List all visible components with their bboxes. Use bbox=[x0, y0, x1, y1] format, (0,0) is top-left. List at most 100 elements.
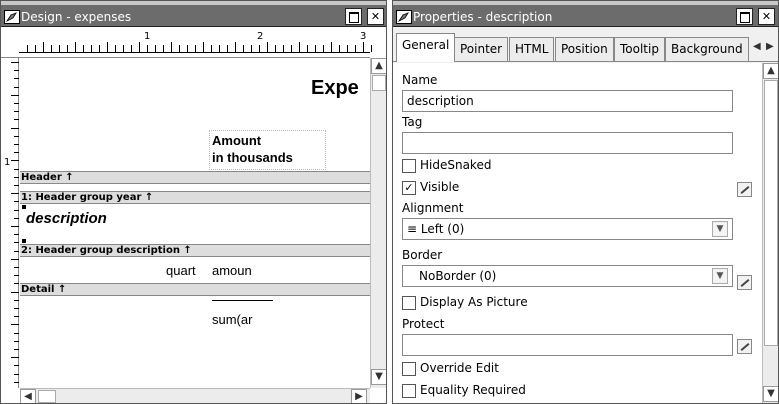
properties-titlebar[interactable]: Properties - description ✕ bbox=[393, 1, 778, 27]
design-titlebar[interactable]: Design - expenses ✕ bbox=[1, 1, 386, 27]
ruler-number: 3 bbox=[360, 31, 367, 42]
chevron-down-icon[interactable]: ▼ bbox=[712, 268, 728, 284]
band-header[interactable]: Header ↑ bbox=[20, 171, 370, 184]
ruler-tick bbox=[14, 70, 19, 72]
description-field[interactable]: description bbox=[26, 210, 107, 227]
sum-field[interactable]: sum(ar bbox=[212, 312, 272, 327]
window-title: Properties - description bbox=[413, 10, 553, 24]
ruler-tick bbox=[259, 45, 260, 52]
override-edit-checkbox[interactable] bbox=[402, 362, 416, 376]
protect-label: Protect bbox=[402, 317, 445, 331]
hide-snaked-checkbox[interactable] bbox=[402, 159, 416, 173]
scroll-thumb[interactable] bbox=[764, 80, 778, 346]
maximize-button[interactable] bbox=[345, 8, 362, 25]
selection-handle[interactable] bbox=[22, 239, 26, 243]
ruler-tick bbox=[339, 45, 340, 52]
protect-input[interactable] bbox=[402, 334, 733, 356]
arrow-down-icon[interactable]: ▼ bbox=[371, 369, 386, 385]
horizontal-ruler: 1 2 3 bbox=[1, 27, 372, 58]
arrow-down-icon[interactable]: ▼ bbox=[763, 386, 778, 402]
alignment-value: ≡ Left (0) bbox=[407, 222, 465, 236]
amount-label-box[interactable]: Amount in thousands bbox=[209, 130, 326, 170]
scroll-thumb[interactable] bbox=[372, 75, 386, 91]
design-window[interactable]: Design - expenses ✕ 1 2 3 1 Expe Amount … bbox=[0, 0, 387, 404]
tab-background[interactable]: Background bbox=[665, 37, 749, 61]
ruler-tick bbox=[14, 135, 19, 137]
ruler-tick bbox=[14, 299, 19, 301]
arrow-left-icon[interactable]: ◀ bbox=[753, 41, 761, 52]
amount-label-line1: Amount bbox=[212, 133, 262, 148]
ruler-tick bbox=[14, 234, 19, 236]
tab-position[interactable]: Position bbox=[555, 37, 614, 61]
scroll-thumb[interactable] bbox=[38, 390, 56, 403]
band-detail[interactable]: Detail ↑ bbox=[20, 283, 370, 296]
report-title[interactable]: Expe bbox=[311, 77, 359, 100]
arrow-left-icon[interactable]: ◀ bbox=[20, 389, 36, 403]
pencil-icon[interactable] bbox=[737, 182, 752, 197]
ruler-tick bbox=[307, 45, 308, 52]
paint-brush-icon bbox=[396, 10, 412, 24]
tab-html[interactable]: HTML bbox=[509, 37, 555, 61]
selection-handle[interactable] bbox=[22, 205, 26, 209]
ruler-tick bbox=[14, 103, 19, 104]
visible-checkbox[interactable]: ✓ bbox=[402, 181, 416, 195]
properties-scrollbar[interactable]: ▲ ▼ bbox=[762, 63, 778, 403]
pencil-icon[interactable] bbox=[737, 339, 752, 354]
ruler-tick bbox=[51, 45, 52, 52]
ruler-tick bbox=[59, 45, 60, 52]
arrow-up-icon[interactable]: ▲ bbox=[371, 58, 386, 74]
ruler-tick bbox=[11, 226, 19, 227]
ruler-tick bbox=[14, 381, 19, 383]
alignment-select[interactable]: ≡ Left (0) ▼ bbox=[402, 218, 733, 240]
pencil-icon[interactable] bbox=[737, 275, 752, 290]
horizontal-scrollbar[interactable]: ◀ ▶ bbox=[20, 388, 370, 403]
equality-required-checkbox[interactable] bbox=[402, 384, 416, 398]
display-as-picture-checkbox[interactable] bbox=[402, 296, 416, 310]
name-input[interactable]: description bbox=[402, 90, 733, 112]
ruler-tick bbox=[11, 160, 19, 162]
ruler-tick bbox=[315, 45, 316, 52]
arrow-right-icon[interactable]: ▶ bbox=[351, 389, 367, 403]
ruler-tick bbox=[14, 373, 19, 375]
ruler-tick bbox=[14, 209, 19, 211]
tag-input[interactable] bbox=[402, 132, 733, 154]
ruler-tick bbox=[14, 283, 19, 285]
ruler-tick bbox=[67, 45, 68, 52]
ruler-tick bbox=[11, 127, 19, 129]
tab-pointer[interactable]: Pointer bbox=[454, 37, 509, 61]
ruler-tick bbox=[11, 258, 19, 260]
band-header-group-year[interactable]: 1: Header group year ↑ bbox=[20, 191, 370, 204]
ruler-tick bbox=[99, 45, 100, 52]
ruler-tick bbox=[147, 45, 148, 52]
ruler-tick bbox=[14, 316, 19, 318]
properties-window[interactable]: Properties - description ✕ General Point… bbox=[392, 0, 779, 404]
ruler-tick bbox=[179, 45, 180, 52]
ruler-tick bbox=[14, 78, 19, 80]
report-canvas[interactable]: Expe Amount in thousands Header ↑ 1: Hea… bbox=[20, 58, 370, 388]
ruler-tick bbox=[14, 111, 19, 113]
amount-field[interactable]: amoun bbox=[212, 263, 262, 278]
ruler-tick bbox=[283, 45, 284, 52]
ruler-number: 2 bbox=[257, 31, 264, 42]
maximize-button[interactable] bbox=[736, 8, 753, 25]
close-button[interactable]: ✕ bbox=[758, 8, 775, 25]
ruler-tick bbox=[14, 340, 19, 342]
ruler-tick bbox=[291, 45, 292, 52]
ruler-tick bbox=[331, 42, 332, 52]
arrow-up-icon[interactable]: ▲ bbox=[763, 63, 778, 79]
vertical-scrollbar[interactable]: ▲ ▼ bbox=[370, 58, 386, 388]
ruler-tick bbox=[14, 217, 19, 219]
tab-general[interactable]: General bbox=[396, 33, 456, 62]
quart-field[interactable]: quart bbox=[166, 263, 196, 278]
ruler-tick bbox=[14, 275, 19, 277]
total-rule-line bbox=[212, 300, 273, 301]
band-header-group-description[interactable]: 2: Header group description ↑ bbox=[20, 244, 370, 257]
border-select[interactable]: NoBorder (0) ▼ bbox=[402, 265, 733, 287]
chevron-down-icon[interactable]: ▼ bbox=[712, 221, 728, 237]
close-button[interactable]: ✕ bbox=[367, 8, 384, 25]
tab-tooltip[interactable]: Tooltip bbox=[614, 37, 665, 61]
border-label: Border bbox=[402, 248, 443, 262]
ruler-tick bbox=[299, 42, 300, 52]
visible-label: Visible bbox=[420, 180, 460, 194]
arrow-right-icon[interactable]: ▶ bbox=[766, 41, 774, 52]
